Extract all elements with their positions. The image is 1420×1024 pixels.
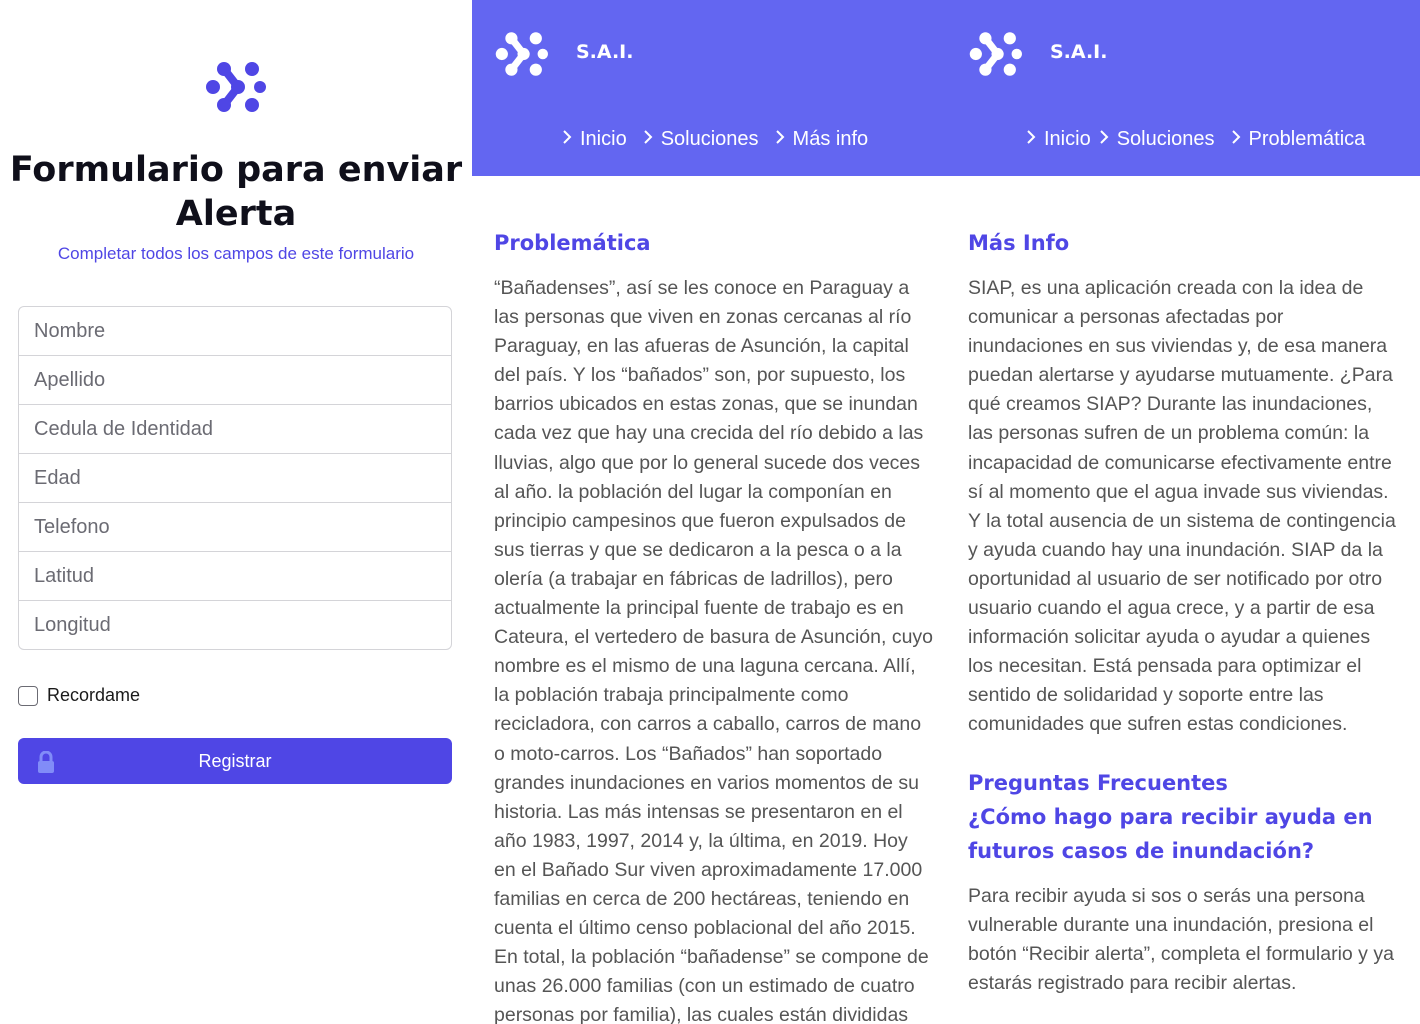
faq-answer: Para recibir ayuda si sos o serás una pe… [968, 884, 1394, 994]
longitude-field[interactable] [18, 600, 452, 650]
faq-section: Preguntas Frecuentes ¿Cómo hago para rec… [968, 766, 1400, 998]
header: S.A.I. Inicio Soluciones Más info [472, 0, 946, 176]
chevron-right-icon [1099, 129, 1109, 144]
chevron-right-icon [643, 129, 653, 144]
alert-form-panel: Formulario para enviar Alerta Completar … [0, 0, 472, 1024]
main-nav: Inicio Soluciones Problemática [1026, 128, 1365, 151]
chevron-right-icon [1231, 129, 1240, 144]
nav-item-inicio[interactable]: Inicio [562, 128, 627, 151]
mas-info-panel: S.A.I. Inicio Soluciones Problemática Má… [946, 0, 1420, 1024]
nav-item-problematica[interactable]: Problemática [1231, 128, 1366, 151]
chevron-right-icon [775, 129, 784, 144]
logo-icon[interactable] [494, 28, 548, 80]
faq-title: Preguntas Frecuentes [968, 770, 1228, 795]
lock-icon [38, 751, 54, 773]
remember-me: Recordame [18, 685, 140, 706]
problematica-content: Problemática “Bañadenses”, así se les co… [494, 226, 934, 1024]
form-subtitle: Completar todos los campos de este formu… [57, 244, 415, 263]
problematica-text: “Bañadenses”, así se les conoce en Parag… [494, 277, 934, 1024]
latitude-field[interactable] [18, 551, 452, 601]
surname-field[interactable] [18, 355, 452, 405]
nav-item-mas-info[interactable]: Más info [775, 128, 869, 151]
name-field[interactable] [18, 306, 452, 356]
nav-label: Más info [792, 128, 869, 150]
chevron-right-icon [563, 129, 572, 144]
register-button[interactable]: Registrar [18, 738, 452, 784]
phone-field[interactable] [18, 502, 452, 552]
logo-icon[interactable] [968, 28, 1022, 80]
main-nav: Inicio Soluciones Más info [562, 128, 868, 151]
chevron-right-icon [1027, 129, 1036, 144]
mas-info-content: Más Info SIAP, es una aplicación creada … [968, 226, 1400, 998]
nav-label: Inicio [580, 128, 627, 150]
age-field[interactable] [18, 453, 452, 503]
faq-question: ¿Cómo hago para recibir ayuda en futuros… [968, 804, 1373, 863]
nav-label: Inicio [1044, 128, 1091, 150]
header: S.A.I. Inicio Soluciones Problemática [946, 0, 1420, 176]
nav-item-soluciones[interactable]: Soluciones [1099, 128, 1215, 151]
brand-name[interactable]: S.A.I. [1050, 41, 1107, 63]
logo-icon [206, 62, 266, 112]
section-title: Más Info [968, 231, 1070, 255]
nav-item-inicio[interactable]: Inicio [1026, 128, 1091, 151]
register-label: Registrar [198, 750, 272, 771]
form-fields [18, 306, 452, 650]
form-title: Formulario para enviar Alerta [9, 150, 463, 234]
nav-label: Soluciones [660, 128, 759, 150]
section-title: Problemática [494, 231, 651, 255]
nav-item-soluciones[interactable]: Soluciones [643, 128, 759, 151]
brand-name[interactable]: S.A.I. [576, 41, 633, 63]
nav-label: Problemática [1248, 128, 1366, 150]
remember-checkbox[interactable] [18, 685, 38, 706]
mas-info-text: SIAP, es una aplicación creada con la id… [968, 277, 1396, 736]
problematica-panel: S.A.I. Inicio Soluciones Más info Proble… [472, 0, 946, 1024]
remember-label: Recordame [47, 685, 141, 705]
id-number-field[interactable] [18, 404, 452, 454]
nav-label: Soluciones [1116, 128, 1215, 150]
